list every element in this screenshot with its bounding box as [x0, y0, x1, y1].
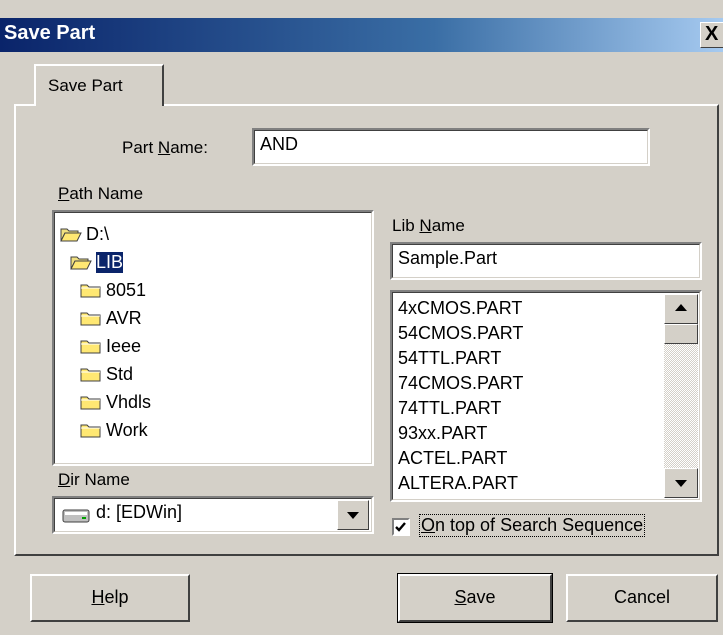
help-button-label: Help — [91, 587, 129, 607]
part-name-value: AND — [260, 134, 299, 154]
folder-icon — [80, 396, 101, 410]
drive-icon — [62, 509, 90, 523]
lib-name-label-accel: N — [419, 216, 432, 235]
arrow-up-icon — [675, 304, 687, 311]
dir-name-value: d: [EDWin] — [96, 502, 183, 522]
part-name-label-accel: N — [157, 138, 171, 157]
tree-item[interactable]: Ieee — [80, 332, 141, 360]
chevron-down-icon — [347, 512, 359, 519]
dir-name-select[interactable]: d: [EDWin] — [52, 496, 374, 534]
save-button[interactable]: Save — [397, 573, 553, 623]
part-name-label-post: ame: — [170, 138, 208, 157]
title-bar[interactable]: Save Part X — [0, 18, 723, 52]
check-icon — [395, 522, 406, 532]
path-name-label-accel: P — [58, 184, 70, 203]
tree-item-label: Std — [106, 363, 134, 384]
scroll-down-button[interactable] — [664, 468, 698, 498]
list-item[interactable]: 54CMOS.PART — [398, 321, 523, 346]
close-button[interactable]: X — [700, 22, 723, 48]
folder-icon — [80, 312, 101, 326]
tree-item-label: 8051 — [106, 279, 147, 300]
tree-item[interactable]: 8051 — [80, 276, 146, 304]
search-sequence-label[interactable]: On top of Search Sequence — [418, 514, 646, 537]
dir-name-label: Dir Name — [58, 470, 130, 490]
tree-item-label: LIB — [96, 251, 124, 273]
folder-icon — [80, 424, 101, 438]
cancel-button-label: Cancel — [613, 587, 671, 607]
path-tree[interactable]: D:\ LIB 8051 AVR Ieee Std Vhdls Work — [52, 210, 374, 466]
lib-name-input[interactable]: Sample.Part — [390, 242, 702, 280]
scroll-up-button[interactable] — [664, 294, 698, 324]
tab-label: Save Part — [48, 76, 123, 95]
folder-icon — [80, 368, 101, 382]
scroll-thumb[interactable] — [664, 324, 698, 344]
search-sequence-label-post: n top of Search Sequence — [435, 515, 644, 535]
tree-item[interactable]: Std — [80, 360, 133, 388]
window-title: Save Part — [4, 22, 96, 44]
close-icon: X — [705, 23, 719, 45]
tree-item[interactable]: Work — [80, 416, 148, 444]
lib-name-label-pre: Lib — [392, 216, 420, 235]
list-item[interactable]: ACTEL.PART — [398, 446, 507, 471]
list-item[interactable]: 4xCMOS.PART — [398, 296, 522, 321]
list-item[interactable]: 74CMOS.PART — [398, 371, 523, 396]
folder-icon — [80, 284, 101, 298]
list-item[interactable]: 74TTL.PART — [398, 396, 501, 421]
tree-item[interactable]: AVR — [80, 304, 142, 332]
tree-item-label: Vhdls — [106, 391, 152, 412]
tree-item[interactable]: LIB — [70, 248, 124, 276]
tree-item-label: AVR — [106, 307, 142, 328]
open-folder-icon — [70, 256, 92, 270]
tree-item[interactable]: Vhdls — [80, 388, 151, 416]
list-item[interactable]: ALTERA.PART — [398, 471, 518, 496]
cancel-button[interactable]: Cancel — [566, 574, 718, 622]
dir-dropdown-button[interactable] — [337, 500, 369, 530]
tree-item-label: D:\ — [86, 223, 110, 244]
open-folder-icon — [60, 228, 82, 242]
save-button-label: Save — [454, 587, 496, 607]
dir-name-label-post: ir Name — [70, 470, 130, 489]
lib-name-value: Sample.Part — [398, 248, 498, 268]
folder-icon — [80, 340, 101, 354]
part-name-input[interactable]: AND — [252, 128, 650, 166]
lib-name-label: Lib Name — [392, 216, 465, 236]
lib-name-label-post: ame — [431, 216, 465, 235]
help-button[interactable]: Help — [30, 574, 190, 622]
path-name-label-post: ath Name — [69, 184, 144, 203]
path-name-label: Path Name — [58, 184, 143, 204]
dir-name-label-accel: D — [58, 470, 71, 489]
save-part-dialog: Save Part X Save Part Part Name: AND Pat… — [0, 0, 723, 635]
part-name-label-pre: Part — [122, 138, 158, 157]
tree-item-label: Work — [106, 419, 148, 440]
tree-item[interactable]: D:\ — [60, 220, 109, 248]
lib-list[interactable]: 4xCMOS.PART 54CMOS.PART 54TTL.PART 74CMOS.P… — [390, 290, 702, 502]
search-sequence-checkbox[interactable] — [392, 518, 410, 536]
list-item[interactable]: 54TTL.PART — [398, 346, 501, 371]
search-sequence-label-accel: O — [421, 515, 436, 535]
list-item[interactable]: 93xx.PART — [398, 421, 487, 446]
tree-item-label: Ieee — [106, 335, 142, 356]
arrow-down-icon — [675, 480, 687, 487]
tab-save-part[interactable]: Save Part — [34, 64, 164, 106]
part-name-label: Part Name: — [122, 138, 208, 158]
